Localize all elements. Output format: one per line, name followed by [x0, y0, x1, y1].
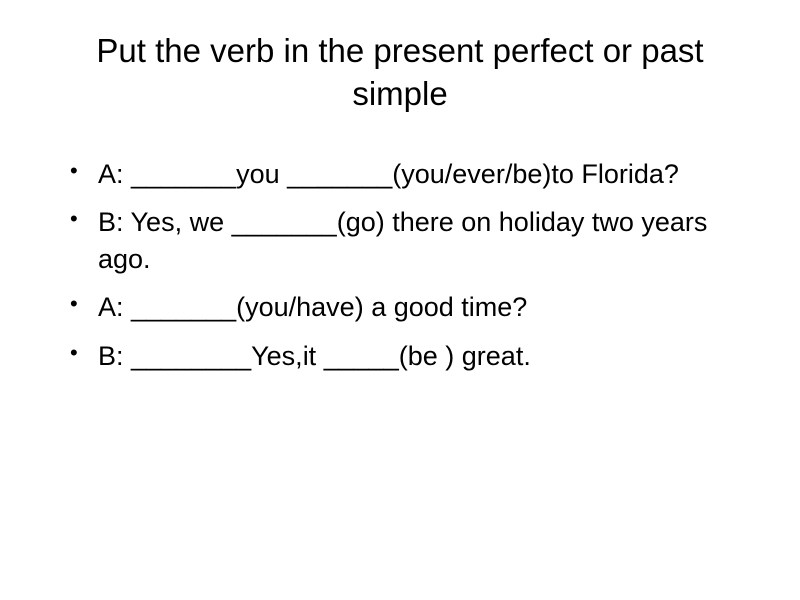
list-item: • A: _______you _______(you/ever/be)to F… — [70, 156, 750, 192]
exercise-list: • A: _______you _______(you/ever/be)to F… — [50, 156, 750, 374]
item-text: A: _______(you/have) a good time? — [98, 292, 527, 322]
bullet-icon: • — [70, 204, 78, 234]
item-text: B: Yes, we _______(go) there on holiday … — [98, 207, 707, 273]
bullet-icon: • — [70, 289, 78, 319]
bullet-icon: • — [70, 156, 78, 186]
item-text: A: _______you _______(you/ever/be)to Flo… — [98, 159, 679, 189]
item-text: B: ________Yes,it _____(be ) great. — [98, 341, 531, 371]
list-item: • B: Yes, we _______(go) there on holida… — [70, 204, 750, 277]
list-item: • A: _______(you/have) a good time? — [70, 289, 750, 325]
list-item: • B: ________Yes,it _____(be ) great. — [70, 338, 750, 374]
page-title: Put the verb in the present perfect or p… — [50, 30, 750, 116]
bullet-icon: • — [70, 338, 78, 368]
